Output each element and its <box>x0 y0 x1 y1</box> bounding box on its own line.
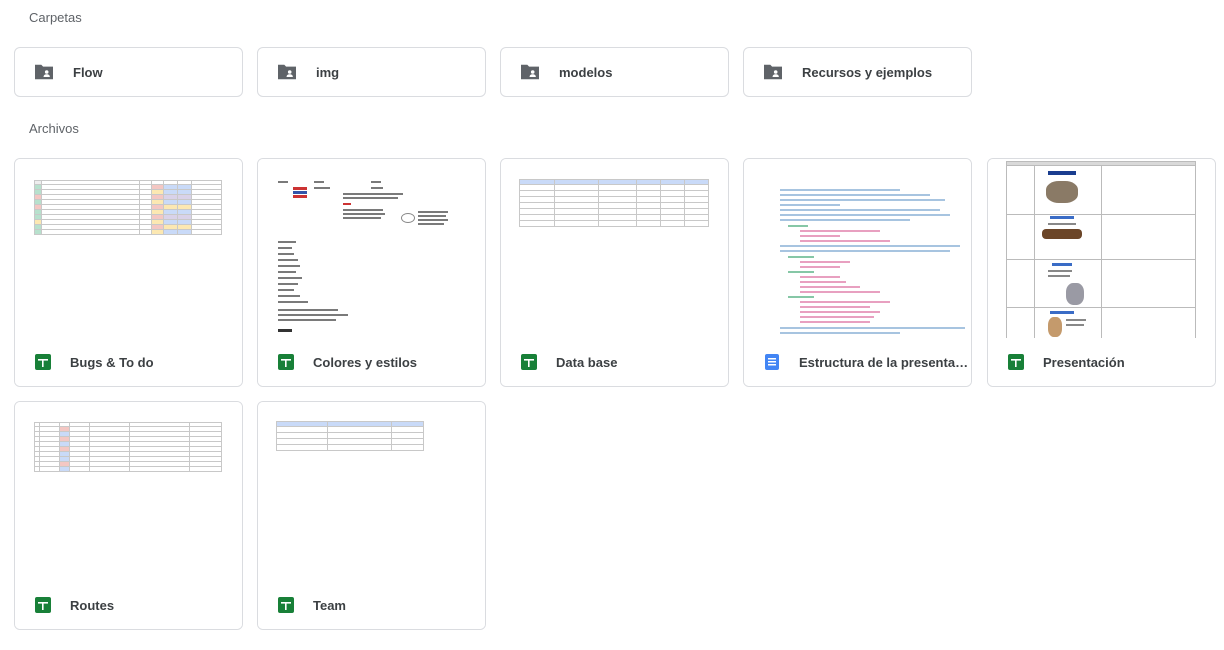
google-sheets-icon <box>35 354 51 370</box>
spreadsheet-preview <box>34 180 222 235</box>
folder-name: img <box>316 64 340 80</box>
spreadsheet-preview <box>519 179 709 227</box>
file-name: Estructura de la presentación <box>799 354 969 370</box>
folder-name: modelos <box>559 64 613 80</box>
file-thumbnail <box>501 159 728 338</box>
shared-folder-icon <box>278 64 296 80</box>
shared-folder-icon <box>521 64 539 80</box>
google-docs-icon <box>765 354 779 370</box>
file-name: Data base <box>556 354 618 370</box>
google-sheets-icon <box>278 597 294 613</box>
file-presentacion[interactable]: Presentación <box>987 158 1216 387</box>
google-sheets-icon <box>35 597 51 613</box>
file-name: Routes <box>70 597 115 613</box>
file-thumbnail <box>988 159 1215 338</box>
shared-folder-icon <box>35 64 53 80</box>
shared-folder-icon <box>764 64 782 80</box>
spreadsheet-preview <box>34 422 222 472</box>
file-routes[interactable]: Routes <box>14 401 243 630</box>
file-name: Bugs & To do <box>70 354 154 370</box>
spreadsheet-preview <box>276 421 424 451</box>
files-section-title: Archivos <box>29 121 79 136</box>
file-thumbnail <box>744 159 971 338</box>
file-thumbnail <box>15 402 242 581</box>
google-sheets-icon <box>278 354 294 370</box>
folders-section-title: Carpetas <box>29 10 82 25</box>
file-thumbnail <box>15 159 242 338</box>
file-name: Colores y estilos <box>313 354 418 370</box>
file-colores-y-estilos[interactable]: Colores y estilos <box>257 158 486 387</box>
file-name: Presentación <box>1043 354 1125 370</box>
file-thumbnail <box>258 402 485 581</box>
google-sheets-icon <box>1008 354 1024 370</box>
file-team[interactable]: Team <box>257 401 486 630</box>
folder-img[interactable]: img <box>257 47 486 97</box>
folder-recursos-y-ejemplos[interactable]: Recursos y ejemplos <box>743 47 972 97</box>
folder-name: Recursos y ejemplos <box>802 64 933 80</box>
file-thumbnail <box>258 159 485 338</box>
file-estructura-de-la-presentacion[interactable]: Estructura de la presentación <box>743 158 972 387</box>
file-bugs-to-do[interactable]: Bugs & To do <box>14 158 243 387</box>
folder-name: Flow <box>73 64 103 80</box>
folder-modelos[interactable]: modelos <box>500 47 729 97</box>
file-data-base[interactable]: Data base <box>500 158 729 387</box>
file-name: Team <box>313 597 346 613</box>
google-sheets-icon <box>521 354 537 370</box>
folder-flow[interactable]: Flow <box>14 47 243 97</box>
